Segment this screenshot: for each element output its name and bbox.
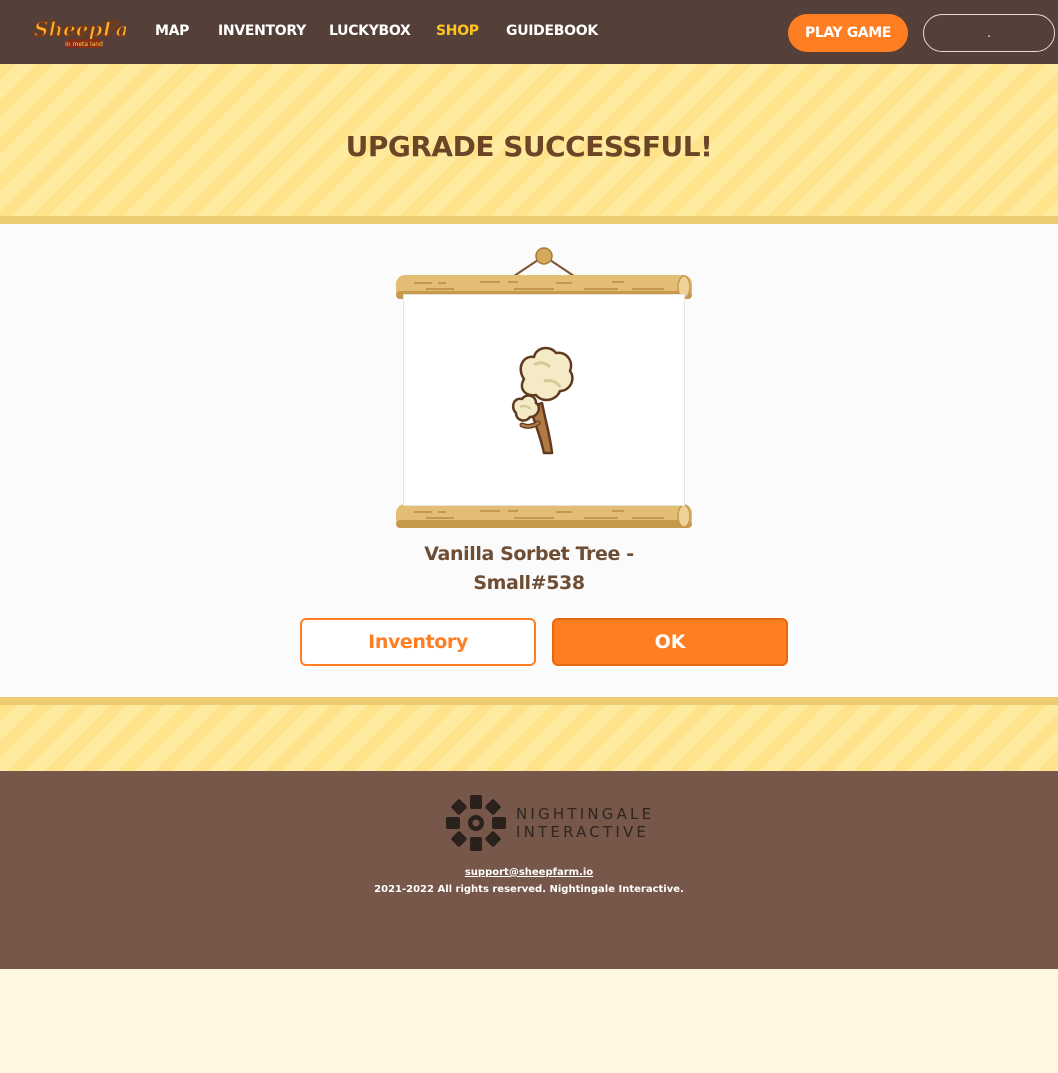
success-banner: UPGRADE SUCCESSFUL! [0, 64, 1058, 216]
wordmark-line2: INTERACTIVE [516, 823, 650, 841]
support-email-link[interactable]: support@sheepfarm.io [0, 867, 1058, 878]
divider [0, 216, 1058, 224]
top-navbar: SheepFarm in meta land MAP INVENTORY LUC… [0, 0, 1058, 64]
divider [0, 697, 1058, 705]
item-name-line2: Small#538 [473, 572, 585, 594]
wordmark-line1: NIGHTINGALE [516, 805, 655, 823]
page-title: UPGRADE SUCCESSFUL! [345, 130, 713, 163]
copyright-text: 2021-2022 All rights reserved. Nightinga… [374, 884, 684, 895]
nav-link-luckybox[interactable]: LUCKYBOX [329, 23, 411, 39]
ok-button[interactable]: OK [552, 618, 788, 666]
nav-link-guidebook[interactable]: GUIDEBOOK [506, 23, 598, 39]
sheepfarm-logo[interactable]: SheepFarm in meta land [30, 12, 126, 52]
inventory-button[interactable]: Inventory [300, 618, 536, 666]
nightingale-wordmark: NIGHTINGALE INTERACTIVE [516, 805, 654, 841]
item-name-line1: Vanilla Sorbet Tree - [424, 543, 634, 565]
bottom-banner [0, 705, 1058, 771]
footer: NIGHTINGALE INTERACTIVE support@sheepfar… [0, 771, 1058, 969]
play-game-button[interactable]: PLAY GAME [788, 14, 908, 52]
nightingale-logo-icon [446, 795, 506, 851]
nav-link-map[interactable]: MAP [155, 23, 189, 39]
vanilla-sorbet-tree-icon [511, 346, 574, 455]
item-scroll-frame [396, 244, 692, 532]
wallet-button[interactable]: . [923, 14, 1055, 52]
item-name: Vanilla Sorbet Tree - Small#538 [0, 540, 1058, 598]
svg-text:in meta land: in meta land [65, 41, 103, 48]
svg-text:SheepFarm: SheepFarm [34, 17, 126, 41]
nav-link-shop[interactable]: SHOP [436, 23, 479, 39]
item-image-panel [403, 294, 685, 506]
nav-link-inventory[interactable]: INVENTORY [218, 23, 306, 39]
